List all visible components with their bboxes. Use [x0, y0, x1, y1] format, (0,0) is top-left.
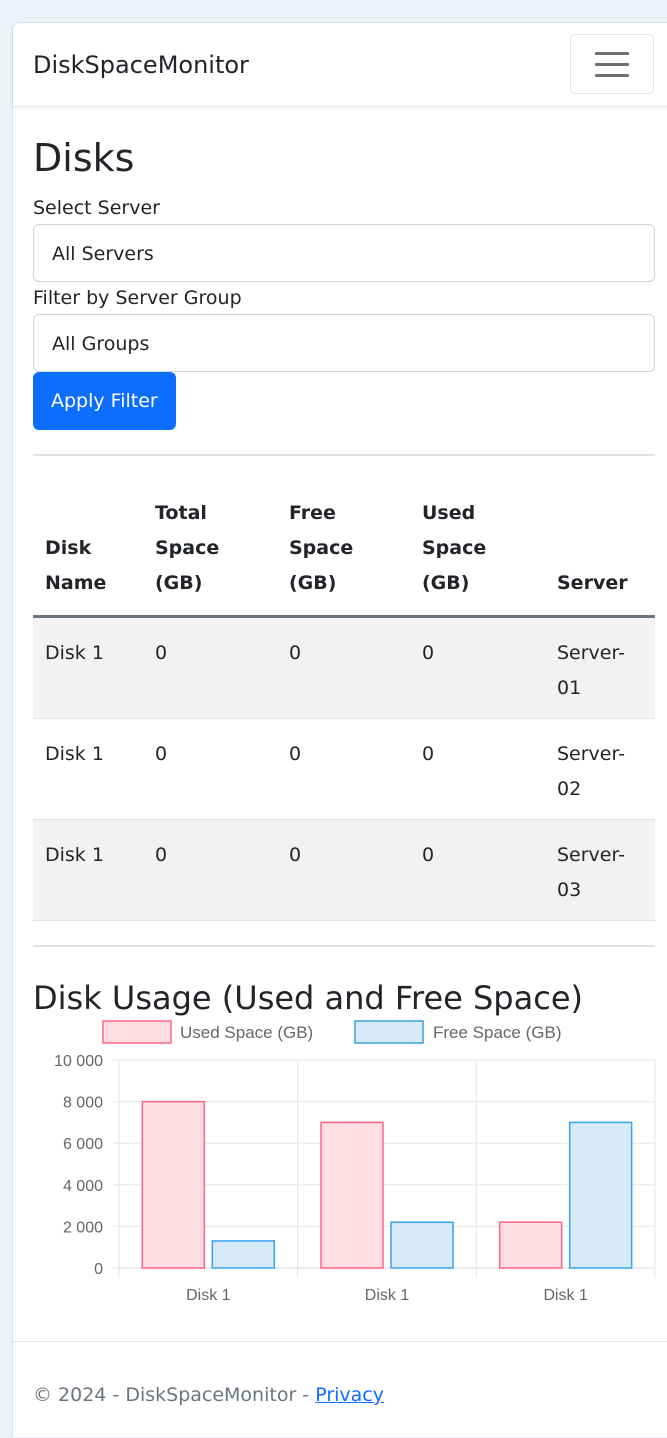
- cell-disk: Disk 1: [45, 642, 104, 664]
- y-tick-label: 8 000: [63, 1095, 103, 1112]
- chart-container: 0 2 000 4 000 6 000 8 000 10 000 Disk 1 Disk 1 D…: [13, 1003, 667, 1313]
- privacy-link[interactable]: Privacy: [315, 1384, 384, 1406]
- cell-total: 0: [155, 743, 168, 765]
- legend-swatch: [354, 1020, 424, 1044]
- disks-table: Disk Name Total Space (GB) Free Space (G…: [33, 496, 655, 921]
- bar-free: [211, 1240, 276, 1269]
- disk-usage-chart: 0 2 000 4 000 6 000 8 000 10 000 Disk 1 Disk 1 D…: [54, 1020, 656, 1304]
- brand-link[interactable]: DiskSpaceMonitor: [33, 51, 249, 79]
- legend-swatch: [102, 1020, 172, 1044]
- table-header-row: Disk Name Total Space (GB) Free Space (G…: [33, 496, 655, 617]
- table-row: Disk 1 0 0 0 Server-03: [33, 819, 655, 921]
- cell-free: 0: [289, 642, 302, 664]
- hamburger-menu-icon: [595, 73, 629, 77]
- divider: [33, 454, 655, 456]
- group-select[interactable]: All Groups: [33, 314, 655, 372]
- navbar-toggle-button[interactable]: [570, 34, 654, 94]
- server-select[interactable]: All Servers: [33, 224, 655, 282]
- divider: [33, 945, 655, 947]
- x-tick-label: Disk 1: [543, 1287, 588, 1304]
- bar-used: [320, 1121, 384, 1269]
- cell-used: 0: [422, 642, 435, 664]
- col-free-space: Free Space (GB): [289, 502, 354, 594]
- col-disk-name: Disk Name: [45, 537, 107, 594]
- col-used-space: Used Space (GB): [422, 502, 487, 594]
- footer-text: © 2024 - DiskSpaceMonitor - Privacy: [33, 1384, 384, 1406]
- main-content: Disks Select Server All Servers Filter b…: [33, 133, 655, 1017]
- page-title: Disks: [33, 136, 135, 180]
- cell-used: 0: [422, 743, 435, 765]
- table-row: Disk 1 0 0 0 Server-02: [33, 719, 655, 820]
- table-row: Disk 1 0 0 0 Server-01: [33, 616, 655, 719]
- col-total-space: Total Space (GB): [155, 502, 220, 594]
- bar-free: [568, 1121, 633, 1269]
- app-frame: DiskSpaceMonitor Disks Select Server All…: [12, 22, 667, 1437]
- server-select-label: Select Server: [33, 197, 160, 219]
- hamburger-menu-icon: [595, 62, 629, 66]
- cell-server: Server-03: [557, 844, 625, 901]
- legend-label: Free Space (GB): [433, 1023, 562, 1042]
- x-tick-label: Disk 1: [365, 1287, 410, 1304]
- footer: © 2024 - DiskSpaceMonitor - Privacy: [13, 1341, 667, 1438]
- col-server: Server: [557, 572, 628, 594]
- y-tick-label: 0: [94, 1261, 103, 1278]
- cell-used: 0: [422, 844, 435, 866]
- bar-free: [390, 1221, 454, 1269]
- y-tick-label: 4 000: [63, 1178, 103, 1195]
- x-tick-label: Disk 1: [186, 1287, 231, 1304]
- cell-disk: Disk 1: [45, 743, 104, 765]
- footer-copyright: © 2024 - DiskSpaceMonitor -: [33, 1384, 316, 1406]
- bar-used: [141, 1100, 206, 1269]
- bar-used: [498, 1221, 563, 1269]
- y-tick-label: 2 000: [63, 1219, 103, 1236]
- cell-disk: Disk 1: [45, 844, 104, 866]
- legend-label: Used Space (GB): [180, 1023, 313, 1042]
- group-select-label: Filter by Server Group: [33, 287, 242, 309]
- hamburger-menu-icon: [595, 51, 629, 55]
- y-tick-label: 10 000: [54, 1053, 103, 1070]
- y-tick-label: 6 000: [63, 1136, 103, 1153]
- cell-free: 0: [289, 844, 302, 866]
- navbar: DiskSpaceMonitor: [13, 23, 667, 107]
- apply-filter-button[interactable]: Apply Filter: [33, 372, 176, 430]
- cell-server: Server-01: [557, 642, 625, 699]
- cell-total: 0: [155, 642, 168, 664]
- cell-free: 0: [289, 743, 302, 765]
- cell-total: 0: [155, 844, 168, 866]
- cell-server: Server-02: [557, 743, 625, 800]
